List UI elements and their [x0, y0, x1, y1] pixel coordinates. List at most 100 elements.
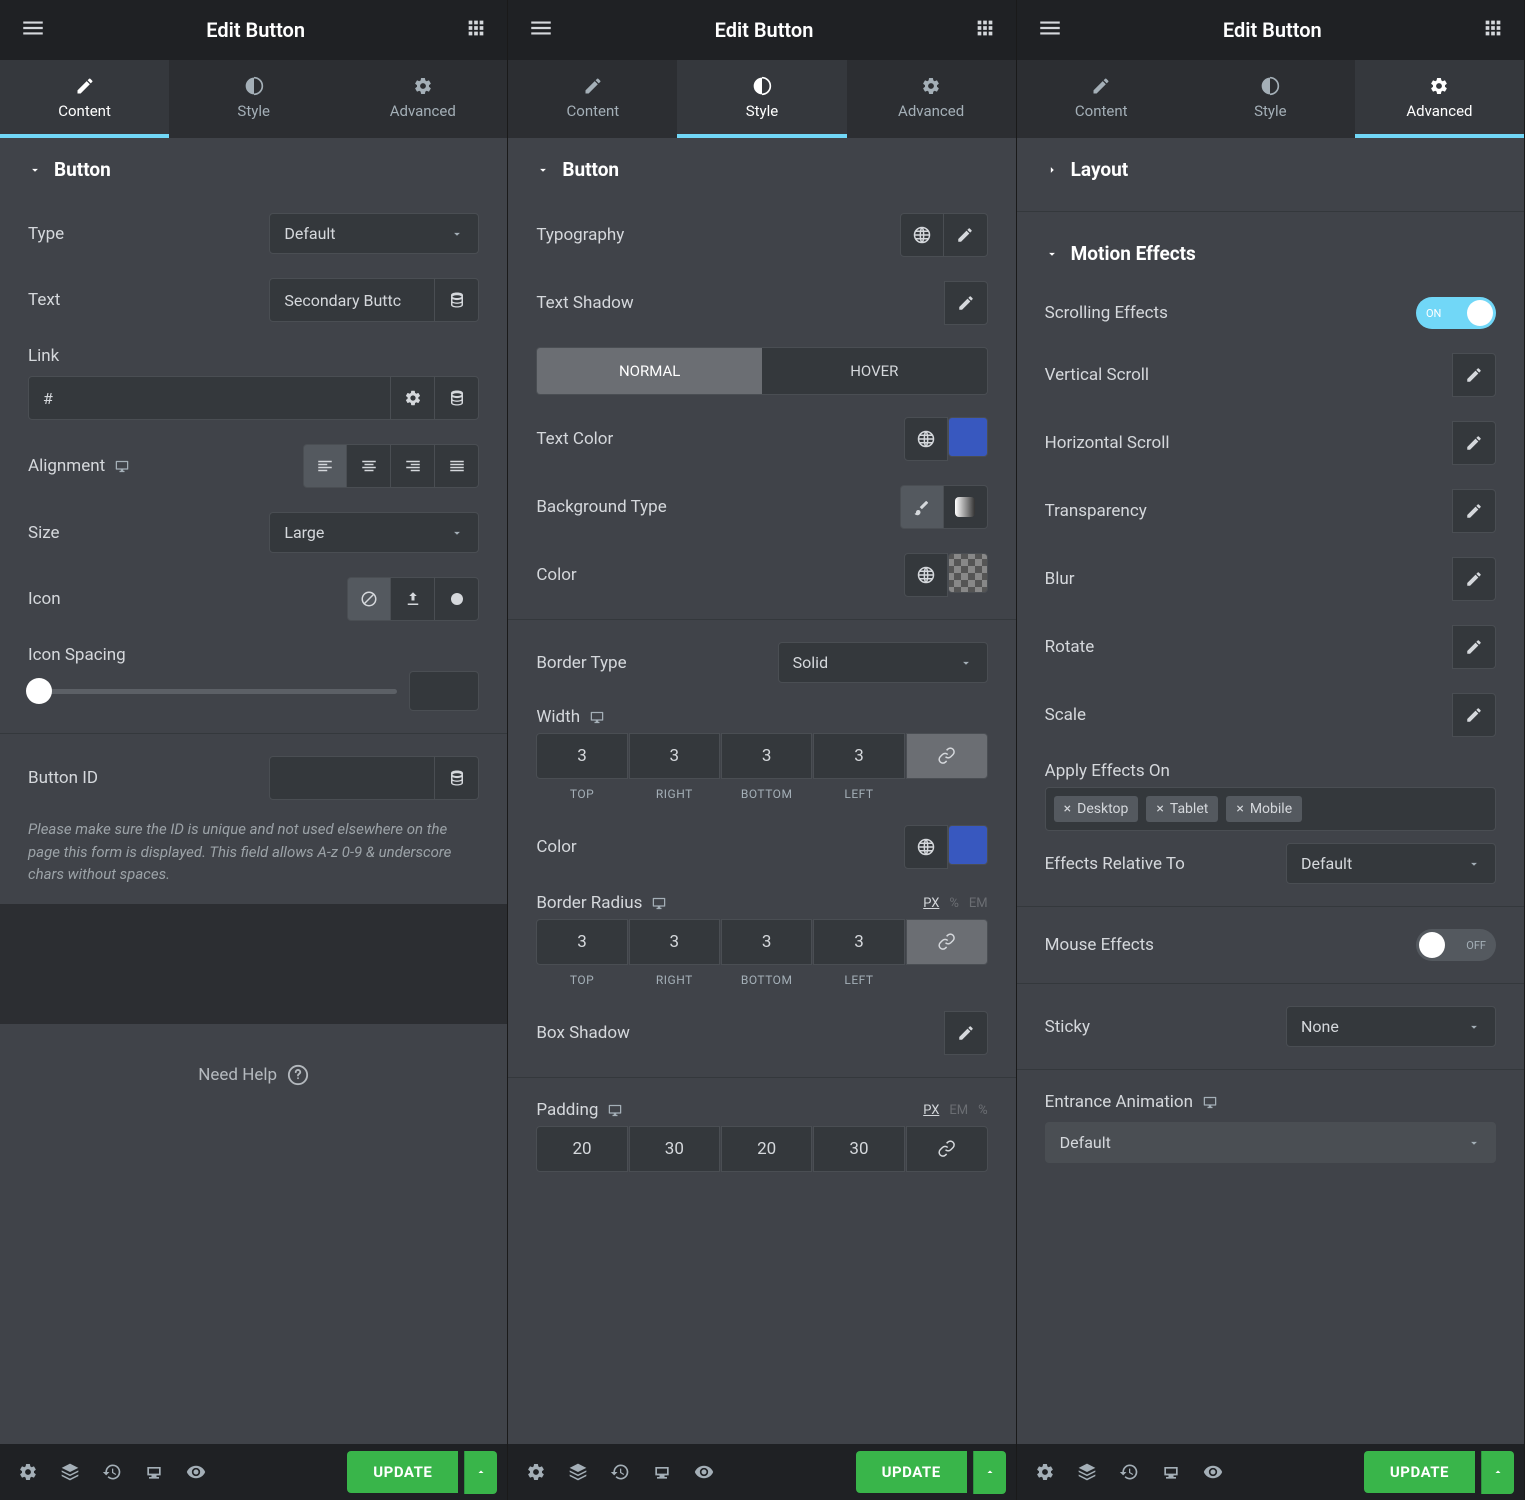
transparency-edit-icon[interactable]	[1452, 489, 1496, 533]
unit-pct[interactable]: %	[949, 896, 959, 911]
unit-pct[interactable]: %	[978, 1103, 988, 1118]
section-layout[interactable]: Layout	[1017, 138, 1524, 201]
menu-icon[interactable]	[528, 15, 554, 45]
footer-preview-icon[interactable]	[686, 1454, 722, 1490]
padding-top[interactable]	[536, 1126, 627, 1172]
blur-edit-icon[interactable]	[1452, 557, 1496, 601]
slider-value[interactable]	[409, 671, 479, 711]
footer-navigator-icon[interactable]	[560, 1454, 596, 1490]
desktop-icon[interactable]	[113, 459, 131, 474]
icon-none[interactable]	[347, 577, 391, 621]
box-shadow-edit-icon[interactable]	[944, 1011, 988, 1055]
slider-thumb[interactable]	[26, 678, 52, 704]
border-color-swatch[interactable]	[948, 825, 988, 865]
footer-settings-icon[interactable]	[10, 1454, 46, 1490]
scrolling-effects-toggle[interactable]: ON	[1416, 297, 1496, 329]
link-input[interactable]	[28, 376, 391, 420]
mouse-effects-toggle[interactable]: OFF	[1416, 929, 1496, 961]
footer-preview-icon[interactable]	[178, 1454, 214, 1490]
footer-history-icon[interactable]	[602, 1454, 638, 1490]
padding-link-icon[interactable]	[906, 1126, 988, 1172]
footer-history-icon[interactable]	[94, 1454, 130, 1490]
width-link-icon[interactable]	[906, 733, 988, 779]
border-type-select[interactable]: Solid	[778, 642, 988, 683]
footer-responsive-icon[interactable]	[136, 1454, 172, 1490]
align-center[interactable]	[347, 444, 391, 488]
tab-advanced[interactable]: Advanced	[847, 60, 1016, 138]
radius-right[interactable]	[629, 919, 720, 965]
apps-icon[interactable]	[465, 17, 487, 43]
footer-history-icon[interactable]	[1111, 1454, 1147, 1490]
text-color-swatch[interactable]	[948, 417, 988, 457]
tab-style[interactable]: Style	[677, 60, 846, 138]
toggle-hover[interactable]: HOVER	[762, 348, 987, 394]
update-dropdown[interactable]	[973, 1451, 1006, 1494]
tag-mobile[interactable]: ×Mobile	[1226, 796, 1302, 822]
width-left[interactable]	[813, 733, 904, 779]
tab-content[interactable]: Content	[1017, 60, 1186, 138]
align-left[interactable]	[303, 444, 347, 488]
toggle-normal[interactable]: NORMAL	[537, 348, 762, 394]
section-button[interactable]: Button	[508, 138, 1015, 201]
type-select[interactable]: Default	[269, 213, 479, 254]
padding-left[interactable]	[813, 1126, 904, 1172]
sticky-select[interactable]: None	[1286, 1006, 1496, 1047]
tab-advanced[interactable]: Advanced	[1355, 60, 1524, 138]
align-right[interactable]	[391, 444, 435, 488]
tab-style[interactable]: Style	[1186, 60, 1355, 138]
desktop-icon[interactable]	[1201, 1095, 1219, 1110]
color-swatch[interactable]	[948, 553, 988, 593]
footer-navigator-icon[interactable]	[1069, 1454, 1105, 1490]
entrance-select[interactable]: Default	[1045, 1122, 1496, 1163]
link-dynamic-icon[interactable]	[435, 376, 479, 420]
text-shadow-edit-icon[interactable]	[944, 281, 988, 325]
section-motion-effects[interactable]: Motion Effects	[1017, 222, 1524, 285]
update-dropdown[interactable]	[464, 1451, 497, 1494]
desktop-icon[interactable]	[588, 710, 606, 725]
text-color-global-icon[interactable]	[904, 417, 948, 461]
icon-upload[interactable]	[391, 577, 435, 621]
dynamic-icon[interactable]	[435, 278, 479, 322]
unit-em[interactable]: EM	[949, 1103, 968, 1118]
section-button[interactable]: Button	[0, 138, 507, 201]
width-right[interactable]	[629, 733, 720, 779]
tag-tablet[interactable]: ×Tablet	[1146, 796, 1218, 822]
padding-right[interactable]	[629, 1126, 720, 1172]
update-dropdown[interactable]	[1481, 1451, 1514, 1494]
desktop-icon[interactable]	[606, 1103, 624, 1118]
unit-em[interactable]: EM	[969, 896, 988, 911]
update-button[interactable]: UPDATE	[856, 1451, 967, 1493]
bg-classic[interactable]	[900, 485, 944, 529]
size-select[interactable]: Large	[269, 512, 479, 553]
slider-track[interactable]	[28, 689, 397, 694]
tab-advanced[interactable]: Advanced	[338, 60, 507, 138]
footer-settings-icon[interactable]	[1027, 1454, 1063, 1490]
update-button[interactable]: UPDATE	[1364, 1451, 1475, 1493]
tab-style[interactable]: Style	[169, 60, 338, 138]
footer-navigator-icon[interactable]	[52, 1454, 88, 1490]
tab-content[interactable]: Content	[0, 60, 169, 138]
update-button[interactable]: UPDATE	[347, 1451, 458, 1493]
tag-desktop[interactable]: ×Desktop	[1054, 796, 1139, 822]
radius-link-icon[interactable]	[906, 919, 988, 965]
color-global-icon[interactable]	[904, 553, 948, 597]
typography-global-icon[interactable]	[900, 213, 944, 257]
horizontal-scroll-edit-icon[interactable]	[1452, 421, 1496, 465]
bg-gradient[interactable]	[944, 485, 988, 529]
footer-responsive-icon[interactable]	[1153, 1454, 1189, 1490]
button-id-input[interactable]	[269, 756, 435, 800]
unit-px[interactable]: PX	[923, 896, 939, 911]
unit-px[interactable]: PX	[923, 1103, 939, 1118]
button-id-dynamic-icon[interactable]	[435, 756, 479, 800]
radius-bottom[interactable]	[721, 919, 812, 965]
text-input[interactable]	[269, 278, 435, 322]
need-help[interactable]: Need Help	[0, 1024, 507, 1126]
menu-icon[interactable]	[1037, 15, 1063, 45]
link-options-icon[interactable]	[391, 376, 435, 420]
apply-on-tags[interactable]: ×Desktop ×Tablet ×Mobile	[1045, 787, 1496, 831]
footer-responsive-icon[interactable]	[644, 1454, 680, 1490]
align-justify[interactable]	[435, 444, 479, 488]
footer-preview-icon[interactable]	[1195, 1454, 1231, 1490]
rotate-edit-icon[interactable]	[1452, 625, 1496, 669]
radius-top[interactable]	[536, 919, 627, 965]
